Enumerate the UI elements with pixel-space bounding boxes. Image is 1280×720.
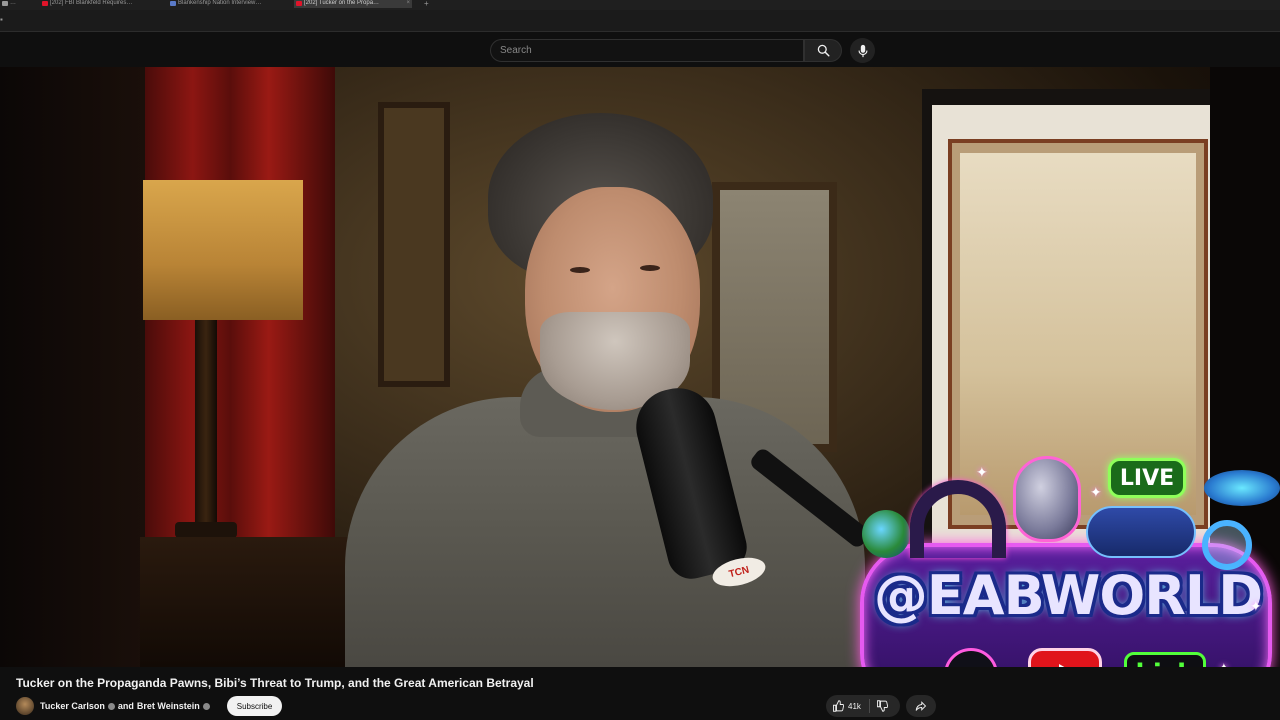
share-button[interactable] [906,695,936,717]
like-divider [868,699,870,713]
tab-favicon-icon [2,1,8,6]
overlay-handle: @EABWORLD [873,564,1263,627]
tab-label: [202] Tucker on the Propa… [304,0,380,6]
bookmarks-bar: ▪ [0,10,1280,32]
browser-tab-strip: … [202] FBI Blankfeld Requires… Blankens… [0,0,1280,10]
collab-channel-name[interactable]: Bret Weinstein [137,701,200,711]
mic-badge-text: TCN [727,564,751,580]
thumbs-down-icon [876,700,888,712]
tab-close-icon[interactable]: × [406,0,410,7]
browser-tab[interactable]: Blankenship Nation Interview… [168,0,278,8]
tab-favicon-icon [296,1,302,6]
share-icon [915,701,927,711]
ufo-icon [1204,470,1280,506]
sparkle-icon: ✦ [976,464,988,480]
video-title: Tucker on the Propaganda Pawns, Bibi’s T… [16,676,534,690]
browser-tab-active[interactable]: [202] Tucker on the Propa… × [294,0,412,8]
channel-row: Tucker Carlson and Bret Weinstein Subscr… [16,696,283,716]
voice-search-button[interactable] [850,38,875,63]
browser-tab[interactable]: [202] FBI Blankfeld Requires… [40,0,150,8]
collab-and-text: and [117,701,134,711]
live-badge-text: LIVE [1119,465,1175,491]
subscribe-button[interactable]: Subscribe [226,696,283,716]
retro-microphone-icon [1013,456,1081,542]
channel-name[interactable]: Tucker Carlson [40,701,105,711]
magnifier-icon [1202,520,1252,570]
video-shadow-area [0,67,145,667]
video-metadata: Tucker on the Propaganda Pawns, Bibi’s T… [0,667,1280,720]
youtube-header [0,33,1280,67]
search-input[interactable] [491,40,803,61]
tab-favicon-icon [42,1,48,6]
lamp-foot [175,522,237,538]
dislike-button[interactable] [876,700,888,712]
search-button[interactable] [804,39,842,62]
globe-icon [862,510,910,558]
search-box [490,39,804,62]
thumbs-up-icon[interactable] [832,700,844,712]
speaker-eye [640,265,660,271]
headphones-icon [910,480,1006,558]
verified-badge-icon [202,702,210,710]
speaker-eye [570,267,590,273]
channel-avatar[interactable] [16,697,34,715]
wall-picture-frame [378,102,450,387]
speaker-shirt [345,397,865,667]
like-dislike-group: 41k [826,695,900,717]
tab-label: … [10,0,16,6]
sparkle-icon: ✦ [1250,598,1262,614]
sparkle-icon: ✦ [1090,484,1102,500]
search-icon [817,44,830,57]
gamepad-icon [1086,506,1196,558]
tab-label: [202] FBI Blankfeld Requires… [50,0,133,6]
like-count: 41k [848,701,861,711]
lamp-base [195,320,217,535]
new-tab-button[interactable]: + [424,0,429,8]
browser-tab[interactable]: … [0,0,20,8]
lamp-shade [143,180,303,320]
side-table [140,537,370,667]
live-badge: LIVE [1108,458,1186,498]
tab-favicon-icon [170,1,176,6]
tab-label: Blankenship Nation Interview… [178,0,262,6]
bookmark-icon[interactable]: ▪ [0,15,3,24]
verified-badge-icon [107,702,115,710]
microphone-icon [857,44,868,57]
